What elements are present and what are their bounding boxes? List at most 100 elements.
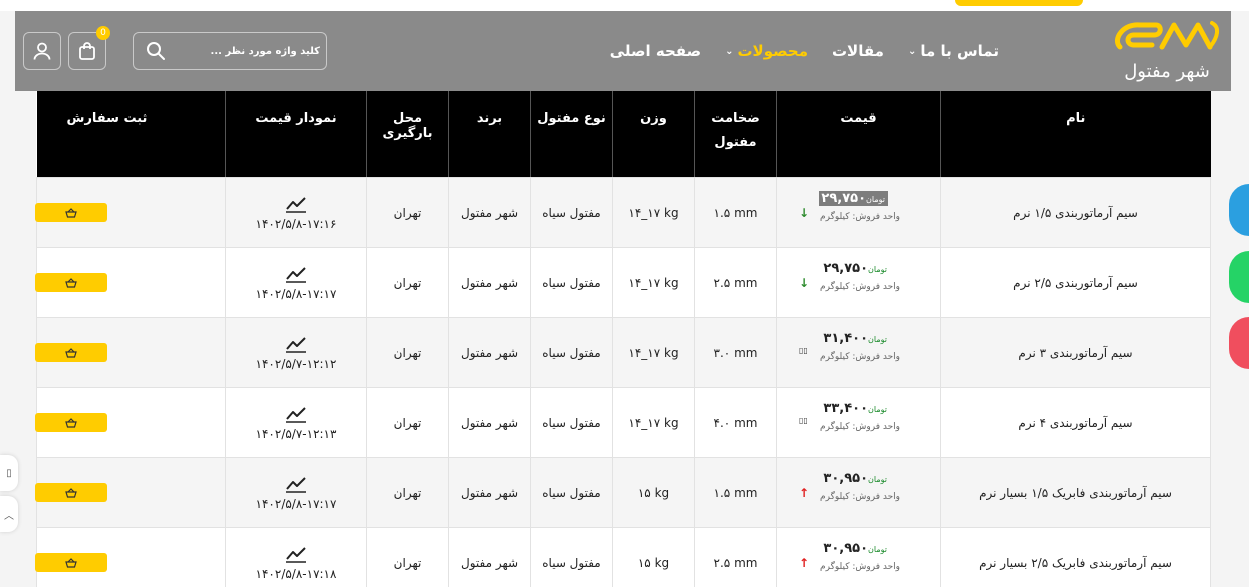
currency-label: تومان bbox=[868, 265, 887, 274]
price-chart-cell[interactable]: ۱۴۰۲/۵/۷-۱۲:۱۲ bbox=[225, 317, 367, 388]
col-header-location: محل بارگیری bbox=[366, 91, 449, 177]
add-to-cart-button[interactable] bbox=[35, 343, 107, 362]
location-value: تهران bbox=[393, 415, 422, 430]
weight-value: ۱۴_۱۷ kg bbox=[628, 205, 679, 220]
weight-value: ۱۴_۱۷ kg bbox=[628, 415, 679, 430]
thickness-value: ۲.۵ mm bbox=[713, 275, 758, 290]
product-name[interactable]: سیم آرماتوربندی فابریک ۱/۵ بسیار نرم bbox=[940, 457, 1211, 528]
type-cell: مفتول سیاه bbox=[530, 457, 613, 528]
product-name[interactable]: سیم آرماتوربندی فابریک ۲/۵ بسیار نرم bbox=[940, 527, 1211, 587]
line-chart-icon[interactable] bbox=[285, 405, 307, 423]
brand-cell: شهر مفتول bbox=[448, 457, 531, 528]
order-cell bbox=[35, 457, 226, 528]
price-chart-cell[interactable]: ۱۴۰۲/۵/۷-۱۲:۱۳ bbox=[225, 387, 367, 458]
chevron-down-icon: ⌄ bbox=[907, 45, 917, 57]
add-to-cart-button[interactable] bbox=[35, 273, 107, 292]
price-timestamp: ۱۴۰۲/۵/۷-۱۲:۱۳ bbox=[255, 426, 337, 441]
basket-icon bbox=[65, 417, 77, 428]
basket-icon bbox=[65, 557, 77, 568]
nav-item-label: صفحه اصلی bbox=[609, 42, 702, 60]
price-cell: تومان۳۱,۴۰۰ واحد فروش: کیلوگرم ▯▯ bbox=[776, 317, 941, 388]
search-icon[interactable] bbox=[146, 41, 166, 61]
trend-down-icon: ↓ bbox=[799, 206, 810, 220]
line-chart-icon[interactable] bbox=[285, 475, 307, 493]
logo-mark-icon bbox=[1115, 21, 1219, 50]
weight-cell: ۱۵ kg bbox=[612, 527, 695, 587]
table-header-row: نام قیمت ضخامت مفتول وزن نوع مفتول برند … bbox=[36, 91, 1211, 177]
site-logo[interactable]: شهر مفتول bbox=[1112, 17, 1222, 89]
nav-item-2[interactable]: مقالات bbox=[832, 42, 884, 60]
line-chart-icon[interactable] bbox=[285, 335, 307, 353]
order-cell bbox=[35, 387, 226, 458]
price-chart-cell[interactable]: ۱۴۰۲/۵/۸-۱۷:۱۷ bbox=[225, 457, 367, 528]
add-to-cart-button[interactable] bbox=[35, 553, 107, 572]
nav-item-label: تماس با ما bbox=[920, 42, 999, 60]
location-cell: تهران bbox=[366, 457, 449, 528]
col-header-price: قیمت bbox=[776, 91, 941, 177]
nav-item-1[interactable]: محصولات ⌄ bbox=[725, 42, 808, 60]
weight-cell: ۱۴_۱۷ kg bbox=[612, 247, 695, 318]
side-tab-compare[interactable]: ▯ bbox=[0, 455, 18, 491]
price-value: تومان۳۳,۴۰۰ bbox=[823, 401, 888, 416]
product-name[interactable]: سیم آرماتوربندی ۳ نرم bbox=[940, 317, 1211, 388]
add-to-cart-button[interactable] bbox=[35, 483, 107, 502]
line-chart-icon[interactable] bbox=[285, 545, 307, 563]
table-row: سیم آرماتوربندی فابریک ۲/۵ بسیار نرم توم… bbox=[35, 527, 1211, 587]
product-name[interactable]: سیم آرماتوربندی ۱/۵ نرم bbox=[940, 177, 1211, 248]
product-name[interactable]: سیم آرماتوربندی ۴ نرم bbox=[940, 387, 1211, 458]
price-chart-cell[interactable]: ۱۴۰۲/۵/۸-۱۷:۱۶ bbox=[225, 177, 367, 248]
type-cell: مفتول سیاه bbox=[530, 527, 613, 587]
price-number: ۲۹,۷۵۰ bbox=[821, 191, 867, 206]
product-name[interactable]: سیم آرماتوربندی ۲/۵ نرم bbox=[940, 247, 1211, 318]
whatsapp-float-button[interactable] bbox=[1229, 251, 1249, 303]
trend-up-icon: ↑ bbox=[799, 556, 810, 570]
sale-unit: واحد فروش: کیلوگرم bbox=[820, 492, 900, 502]
user-icon bbox=[33, 42, 51, 60]
trend-eq-icon: ▯▯ bbox=[799, 416, 808, 425]
type-value: مفتول سیاه bbox=[542, 555, 601, 570]
add-to-cart-button[interactable] bbox=[35, 203, 107, 222]
nav-item-0[interactable]: صفحه اصلی bbox=[610, 42, 701, 60]
price-chart-cell[interactable]: ۱۴۰۲/۵/۸-۱۷:۱۷ bbox=[225, 247, 367, 318]
price-table: نام قیمت ضخامت مفتول وزن نوع مفتول برند … bbox=[35, 91, 1211, 587]
account-button[interactable] bbox=[23, 32, 61, 70]
add-to-cart-button[interactable] bbox=[35, 413, 107, 432]
instagram-float-button[interactable] bbox=[1229, 317, 1249, 369]
thickness-value: ۱.۵ mm bbox=[713, 205, 758, 220]
type-value: مفتول سیاه bbox=[542, 205, 601, 220]
line-chart-icon[interactable] bbox=[285, 265, 307, 283]
location-value: تهران bbox=[393, 555, 422, 570]
nav-item-label: محصولات bbox=[737, 42, 808, 60]
basket-icon bbox=[65, 487, 77, 498]
weight-value: ۱۴_۱۷ kg bbox=[628, 345, 679, 360]
telegram-float-button[interactable] bbox=[1229, 184, 1249, 236]
location-value: تهران bbox=[393, 205, 422, 220]
price-number: ۳۰,۹۵۰ bbox=[823, 541, 869, 556]
weight-value: ۱۴_۱۷ kg bbox=[628, 275, 679, 290]
price-chart-cell[interactable]: ۱۴۰۲/۵/۸-۱۷:۱۸ bbox=[225, 527, 367, 587]
search-box[interactable] bbox=[133, 32, 327, 70]
price-value: تومان۳۱,۴۰۰ bbox=[823, 331, 888, 346]
nav-item-3[interactable]: تماس با ما ⌄ bbox=[908, 42, 999, 60]
side-tab-scroll-up[interactable]: ︿ bbox=[0, 496, 18, 532]
logo-subtitle: شهر مفتول bbox=[1124, 61, 1210, 82]
price-number: ۳۱,۴۰۰ bbox=[823, 331, 869, 346]
table-row: سیم آرماتوربندی فابریک ۱/۵ بسیار نرم توم… bbox=[35, 457, 1211, 528]
product-name-text: سیم آرماتوربندی فابریک ۱/۵ بسیار نرم bbox=[979, 485, 1172, 500]
price-number: ۳۰,۹۵۰ bbox=[823, 471, 869, 486]
table-row: سیم آرماتوربندی ۲/۵ نرم تومان۲۹,۷۵۰ واحد… bbox=[35, 247, 1211, 318]
price-timestamp: ۱۴۰۲/۵/۷-۱۲:۱۲ bbox=[255, 356, 337, 371]
price-cell: تومان۳۰,۹۵۰ واحد فروش: کیلوگرم ↑ bbox=[776, 527, 941, 587]
thickness-cell: ۳.۰ mm bbox=[694, 317, 777, 388]
table-row: سیم آرماتوربندی ۳ نرم تومان۳۱,۴۰۰ واحد ف… bbox=[35, 317, 1211, 388]
col-header-chart: نمودار قیمت bbox=[225, 91, 367, 177]
trend-up-icon: ↑ bbox=[799, 486, 810, 500]
search-input[interactable] bbox=[170, 45, 320, 57]
line-chart-icon[interactable] bbox=[285, 195, 307, 213]
weight-cell: ۱۴_۱۷ kg bbox=[612, 177, 695, 248]
cart-button[interactable]: 0 bbox=[68, 26, 110, 70]
location-value: تهران bbox=[393, 485, 422, 500]
type-cell: مفتول سیاه bbox=[530, 177, 613, 248]
thickness-value: ۱.۵ mm bbox=[713, 485, 758, 500]
order-cell bbox=[35, 527, 226, 587]
